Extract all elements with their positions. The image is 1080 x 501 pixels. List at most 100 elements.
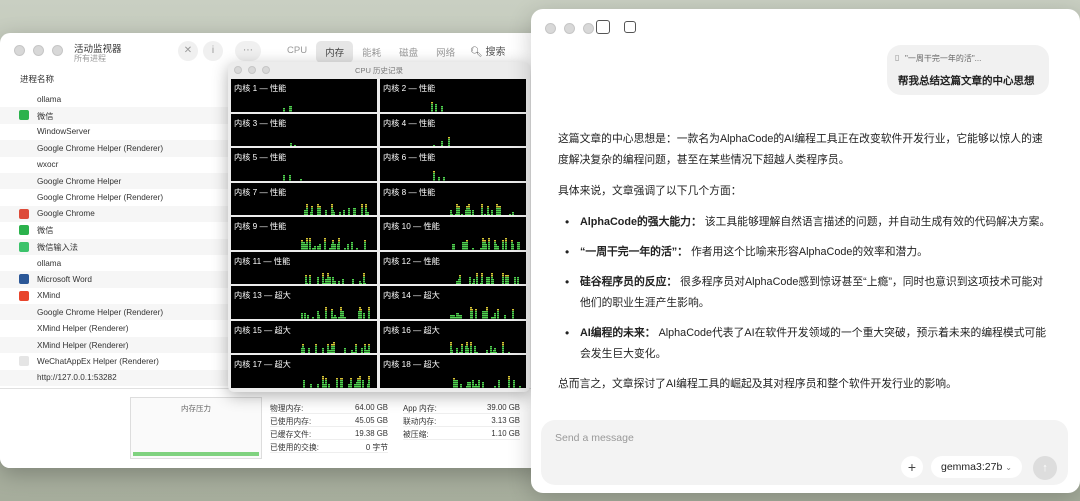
process-row[interactable]: XMind Helper (Renderer) [0, 320, 230, 336]
memory-stats-left: 物理内存: 64.00 GB 已使用内存: 45.05 GB 已缓存文件: 19.38 G… [270, 401, 388, 453]
column-header-process-name[interactable]: 进程名称 [20, 73, 54, 85]
process-row[interactable]: http://127.0.0.1:53282 [0, 369, 230, 387]
info-icon[interactable]: i [203, 41, 223, 61]
stat-label: 已缓存文件: [270, 430, 312, 439]
process-name: WeChatAppEx Helper (Renderer) [37, 356, 159, 366]
zoom-button[interactable] [583, 23, 594, 34]
memory-pressure-title: 内存压力 [181, 404, 211, 413]
process-row[interactable]: 微信 [0, 107, 230, 124]
user-message-bubble: ▯ "一周干完一年的活"... 帮我总结这篇文章的中心思想 [887, 45, 1049, 95]
process-name: ollama [37, 94, 62, 104]
am-subtitle: 所有进程 [74, 54, 106, 63]
point-text: 作者用这个比喻来形容AlphaCode的效率和潜力。 [687, 246, 928, 258]
answer-point: “一周干完一年的活”： 作者用这个比喻来形容AlphaCode的效率和潜力。 [558, 242, 1053, 263]
stat-value: 0 字节 [365, 443, 388, 452]
memory-stat-row: 被压缩: 1.10 GB [403, 427, 520, 440]
stat-label: 被压缩: [403, 430, 429, 439]
answer-point: AI编程的未来： AlphaCode代表了AI在软件开发领域的一个重大突破，预示… [558, 323, 1053, 365]
search-field[interactable]: 🔍︎ 搜索 [470, 43, 505, 58]
cpu-core-graph: 内核 16 — 超大 [380, 320, 526, 353]
process-row[interactable]: Google Chrome Helper [0, 172, 230, 190]
plus-icon: + [907, 459, 917, 475]
zoom-button[interactable] [52, 45, 63, 56]
stat-label: 联动内存: [403, 417, 437, 426]
memory-stat-row: 已使用内存: 45.05 GB [270, 414, 388, 427]
process-row[interactable]: Microsoft Word [0, 271, 230, 288]
send-button[interactable]: ↑ [1033, 456, 1057, 480]
stat-value: 3.13 GB [491, 416, 520, 425]
process-name: 微信 [37, 226, 54, 236]
memory-pressure-graph: 内存压力 [130, 397, 262, 459]
cpu-core-graph: 内核 2 — 性能 [380, 79, 526, 112]
memory-pressure-bar [133, 452, 259, 456]
stat-value: 45.05 GB [355, 416, 388, 425]
search-icon: 🔍︎ [470, 47, 483, 58]
process-row[interactable]: ollama [0, 255, 230, 271]
process-name: WindowServer [37, 127, 91, 137]
process-row[interactable]: wxocr [0, 157, 230, 173]
stat-value: 64.00 GB [355, 403, 388, 412]
cpu-core-graph: 内核 10 — 性能 [380, 217, 526, 250]
assistant-answer: 这篇文章的中心思想是：一款名为AlphaCode的AI编程工具正在改变软件开发行… [558, 129, 1053, 405]
tab-cpu[interactable]: CPU [278, 41, 316, 63]
attachment-name[interactable]: "一周干完一年的活"... [905, 53, 981, 64]
process-name: XMind [37, 291, 61, 301]
point-title: “一周干完一年的活”： [580, 246, 688, 258]
process-row[interactable]: Google Chrome Helper (Renderer) [0, 189, 230, 205]
am-tabs: CPU 内存 能耗 磁盘 网络 [278, 41, 464, 63]
model-selector[interactable]: gemma3:27b ⌄ [931, 456, 1022, 478]
stat-label: 已使用内存: [270, 417, 312, 426]
process-row[interactable]: ollama [0, 91, 230, 107]
chrome-icon [19, 208, 29, 219]
minimize-button[interactable] [33, 45, 44, 56]
memory-stat-row: 已使用的交换: 0 字节 [270, 440, 388, 453]
cpu-core-graph: 内核 1 — 性能 [231, 79, 377, 112]
process-row[interactable]: Google Chrome [0, 205, 230, 223]
cpu-core-graph: 内核 6 — 性能 [380, 148, 526, 181]
close-button[interactable] [545, 23, 556, 34]
new-chat-icon[interactable] [624, 21, 636, 33]
process-row[interactable]: WeChatAppEx Helper (Renderer) [0, 353, 230, 369]
process-row[interactable]: Google Chrome Helper (Renderer) [0, 304, 230, 321]
process-row[interactable]: XMind Helper (Renderer) [0, 336, 230, 354]
word-icon [19, 274, 29, 285]
process-row[interactable]: Google Chrome Helper (Renderer) [0, 140, 230, 157]
cpu-core-graph: 内核 11 — 性能 [231, 251, 377, 284]
process-row[interactable]: 微信 [0, 222, 230, 238]
sidebar-toggle-icon[interactable] [596, 20, 610, 34]
tab-memory[interactable]: 内存 [316, 41, 354, 63]
process-name: wxocr [37, 160, 59, 170]
process-name: Google Chrome Helper (Renderer) [37, 307, 164, 317]
close-button[interactable] [14, 45, 25, 56]
process-name: Google Chrome Helper (Renderer) [37, 143, 164, 153]
process-name: 微信输入法 [37, 242, 78, 252]
cpu-core-graph: 内核 8 — 性能 [380, 182, 526, 215]
cpu-core-graph: 内核 17 — 超大 [231, 355, 377, 388]
process-row[interactable]: WindowServer [0, 124, 230, 140]
process-name: Google Chrome Helper (Renderer) [37, 193, 164, 203]
process-row[interactable]: 微信输入法 [0, 238, 230, 255]
tab-disk[interactable]: 磁盘 [390, 41, 427, 63]
tab-network[interactable]: 网络 [427, 41, 464, 63]
cpu-history-window: CPU 历史记录 内核 1 — 性能 内核 2 — 性能 内核 3 — 性能 内核 4… [228, 62, 530, 392]
cpu-core-graph: 内核 12 — 性能 [380, 251, 526, 284]
minimize-button[interactable] [564, 23, 575, 34]
document-icon: ▯ [895, 53, 900, 62]
xmind-icon [19, 290, 29, 301]
point-title: AI编程的未来： [580, 327, 656, 339]
stop-process-icon[interactable]: ✕ [178, 41, 198, 61]
process-name: Microsoft Word [37, 274, 92, 284]
message-composer[interactable]: Send a message + gemma3:27b ⌄ ↑ [541, 420, 1068, 485]
more-options-icon[interactable]: ⋯ [235, 41, 261, 61]
message-input[interactable]: Send a message [555, 432, 634, 444]
wechat-icon [19, 225, 29, 236]
cpu-core-graph: 内核 15 — 超大 [231, 320, 377, 353]
answer-point: 硅谷程序员的反应： 很多程序员对AlphaCode感到惊讶甚至“上瘾”，同时也意… [558, 272, 1053, 314]
wechat-icon [19, 110, 29, 121]
tab-energy[interactable]: 能耗 [353, 41, 390, 63]
search-label: 搜索 [485, 47, 506, 58]
process-row[interactable]: XMind [0, 288, 230, 304]
answer-points: AlphaCode的强大能力： 该工具能够理解自然语言描述的问题，并自动生成有效… [558, 212, 1053, 365]
stat-label: 物理内存: [270, 404, 304, 413]
attach-button[interactable]: + [901, 456, 923, 478]
